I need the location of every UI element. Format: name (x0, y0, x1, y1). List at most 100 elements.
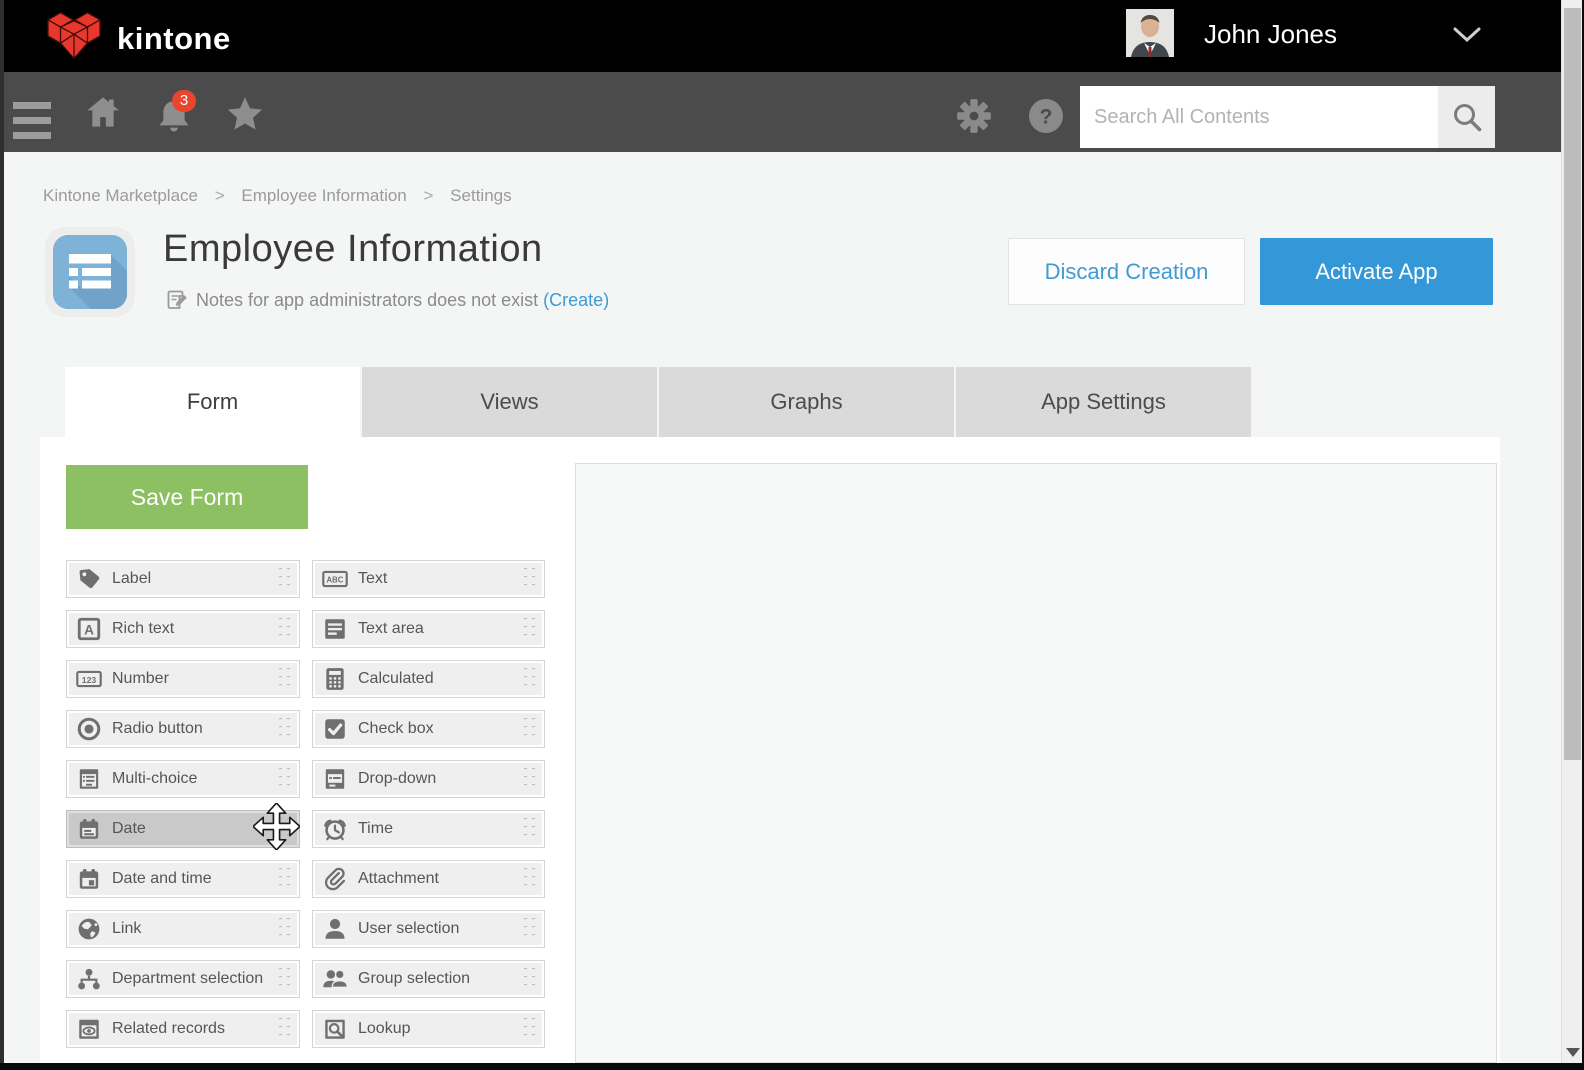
create-note-link[interactable]: (Create) (543, 290, 609, 311)
drag-handle-icon[interactable] (523, 668, 537, 690)
breadcrumb: Kintone Marketplace > Employee Informati… (43, 186, 512, 206)
drag-handle-icon[interactable] (523, 918, 537, 940)
window-border-bottom (0, 1063, 1584, 1070)
tab-form[interactable]: Form (65, 367, 360, 437)
field-item-label[interactable]: Label (66, 560, 300, 598)
kintone-wordmark: kintone (117, 13, 231, 65)
drag-handle-icon[interactable] (278, 918, 292, 940)
top-bar: kintone John Jones (0, 0, 1561, 72)
search-input[interactable] (1080, 86, 1438, 148)
radio-icon (76, 716, 102, 742)
department-icon (76, 966, 102, 992)
field-item-department-selection[interactable]: Department selection (66, 960, 300, 998)
user-icon (322, 916, 348, 942)
tab-views[interactable]: Views (362, 367, 657, 437)
calculated-icon (322, 666, 348, 692)
group-icon (322, 966, 348, 992)
field-item-time[interactable]: Time (312, 810, 545, 848)
text-area-icon (322, 616, 348, 642)
drag-handle-icon[interactable] (278, 668, 292, 690)
field-item-date-and-time[interactable]: Date and time (66, 860, 300, 898)
breadcrumb-marketplace[interactable]: Kintone Marketplace (43, 186, 198, 205)
drag-handle-icon[interactable] (278, 868, 292, 890)
field-item-text[interactable]: ABC Text (312, 560, 545, 598)
drag-handle-icon[interactable] (523, 768, 537, 790)
page-title: Employee Information (163, 228, 543, 271)
svg-text:A: A (84, 622, 94, 637)
form-canvas-droparea[interactable] (575, 463, 1497, 1063)
home-icon[interactable] (85, 94, 121, 135)
field-item-user-selection[interactable]: User selection (312, 910, 545, 948)
chevron-down-icon[interactable] (1452, 26, 1482, 49)
svg-text:123: 123 (82, 675, 97, 685)
search-button[interactable] (1438, 86, 1495, 148)
field-item-rich-text[interactable]: A Rich text (66, 610, 300, 648)
svg-text:?: ? (1040, 106, 1053, 129)
activate-app-button[interactable]: Activate App (1260, 238, 1493, 305)
breadcrumb-separator: > (215, 186, 225, 205)
breadcrumb-separator: > (424, 186, 434, 205)
drag-handle-icon[interactable] (278, 968, 292, 990)
field-palette: Label ABC Text A Rich text Text area 123… (66, 560, 545, 1048)
gear-icon[interactable] (955, 97, 993, 140)
field-item-multi-choice[interactable]: Multi-choice (66, 760, 300, 798)
star-icon[interactable] (226, 96, 264, 137)
field-item-text-area[interactable]: Text area (312, 610, 545, 648)
field-item-number[interactable]: 123 Number (66, 660, 300, 698)
menu-icon[interactable] (13, 102, 51, 147)
user-avatar[interactable] (1126, 9, 1174, 57)
window-border-left (0, 0, 4, 1070)
tab-graphs[interactable]: Graphs (659, 367, 954, 437)
date-time-icon (76, 866, 102, 892)
field-item-lookup[interactable]: Lookup (312, 1010, 545, 1048)
move-cursor-icon (253, 803, 300, 855)
field-item-attachment[interactable]: Attachment (312, 860, 545, 898)
drag-handle-icon[interactable] (523, 868, 537, 890)
field-item-link[interactable]: Link (66, 910, 300, 948)
drag-handle-icon[interactable] (523, 618, 537, 640)
related-records-icon (76, 1016, 102, 1042)
help-icon[interactable]: ? (1028, 98, 1064, 139)
text-icon: ABC (322, 566, 348, 592)
multi-choice-icon (76, 766, 102, 792)
field-item-calculated[interactable]: Calculated (312, 660, 545, 698)
date-icon (76, 816, 102, 842)
vertical-scrollbar (1561, 0, 1582, 1063)
field-item-group-selection[interactable]: Group selection (312, 960, 545, 998)
field-item-check-box[interactable]: Check box (312, 710, 545, 748)
app-window: kintone John Jones 3 (0, 0, 1584, 1070)
notification-badge: 3 (172, 90, 196, 112)
discard-creation-button[interactable]: Discard Creation (1008, 238, 1245, 305)
rich-text-icon: A (76, 616, 102, 642)
tab-app-settings[interactable]: App Settings (956, 367, 1251, 437)
scrollbar-down-arrow-icon[interactable] (1566, 1048, 1580, 1057)
drag-handle-icon[interactable] (278, 618, 292, 640)
drag-handle-icon[interactable] (523, 718, 537, 740)
link-icon (76, 916, 102, 942)
drag-handle-icon[interactable] (278, 1018, 292, 1040)
drag-handle-icon[interactable] (278, 568, 292, 590)
search-icon (1451, 101, 1483, 133)
user-name[interactable]: John Jones (1204, 19, 1337, 50)
field-item-drop-down[interactable]: Drop-down (312, 760, 545, 798)
svg-text:ABC: ABC (327, 576, 344, 585)
breadcrumb-settings: Settings (450, 186, 511, 205)
kintone-logo[interactable]: kintone (45, 10, 231, 67)
kintone-logo-icon (45, 10, 103, 67)
save-form-button[interactable]: Save Form (66, 465, 308, 529)
drag-handle-icon[interactable] (278, 768, 292, 790)
admin-notes-text: Notes for app administrators does not ex… (196, 290, 538, 311)
checkbox-icon (322, 716, 348, 742)
drag-handle-icon[interactable] (523, 818, 537, 840)
tag-icon (76, 566, 102, 592)
field-item-related-records[interactable]: Related records (66, 1010, 300, 1048)
drag-handle-icon[interactable] (523, 968, 537, 990)
drag-handle-icon[interactable] (278, 718, 292, 740)
main-toolbar: 3 (0, 72, 1561, 152)
search-box (1080, 86, 1495, 148)
scrollbar-thumb[interactable] (1564, 8, 1581, 760)
drag-handle-icon[interactable] (523, 568, 537, 590)
field-item-radio-button[interactable]: Radio button (66, 710, 300, 748)
breadcrumb-app[interactable]: Employee Information (241, 186, 406, 205)
drag-handle-icon[interactable] (523, 1018, 537, 1040)
